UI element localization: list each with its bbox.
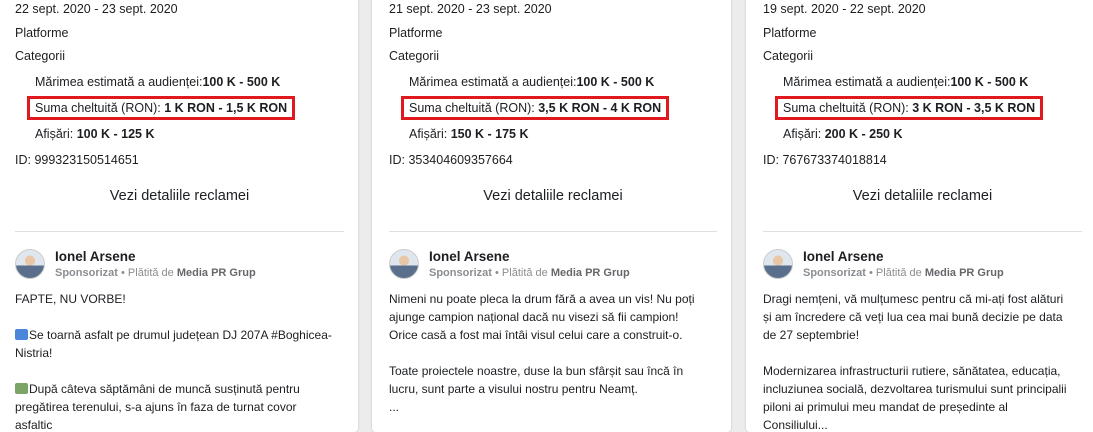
impressions: Afișări: 200 K - 250 K [783,127,903,141]
categories-label: Categorii [763,49,814,63]
divider [15,231,344,232]
platforms-label: Platforme [389,26,443,40]
paid-by-name: Media PR Grup [550,267,630,279]
divider [389,231,717,232]
paid-by-prefix: • Plătită de [865,267,925,279]
categories-label: Categorii [389,49,440,63]
ad-id: ID: 767673374018814 [763,153,887,167]
impressions-label: Afișări: [35,127,77,141]
impressions: Afișări: 100 K - 125 K [35,127,155,141]
ad-text-paragraph: Nimeni nu poate pleca la drum fără a ave… [389,292,695,342]
sponsored-line: Sponsorizat • Plătită de Media PR Grup [803,267,1004,279]
ad-text: Dragi nemțeni, vă mulțumesc pentru că mi… [763,290,1072,432]
impressions-label: Afișări: [409,127,451,141]
ad-id: ID: 999323150514651 [15,153,139,167]
platforms-label: Platforme [763,26,817,40]
avatar[interactable] [389,249,419,279]
audience-size: Mărimea estimată a audienței:100 K - 500… [35,75,280,89]
ad-text-paragraph: FAPTE, NU VORBE! [15,292,126,306]
audience-size: Mărimea estimată a audienței:100 K - 500… [409,75,654,89]
advertiser-name[interactable]: Ionel Arsene [429,249,510,264]
paid-by-name: Media PR Grup [924,267,1004,279]
audience-label: Mărimea estimată a audienței: [783,75,951,89]
ad-dates: 21 sept. 2020 - 23 sept. 2020 [389,2,552,16]
sponsored-label: Sponsorizat [803,267,866,279]
see-ad-details-button[interactable]: Vezi detaliile reclamei [763,188,1082,204]
ad-text: Nimeni nu poate pleca la drum fără a ave… [389,290,707,416]
advertiser-name[interactable]: Ionel Arsene [803,249,884,264]
spend-label: Suma cheltuită (RON): [783,101,913,115]
amount-spent: Suma cheltuită (RON): 3 K RON - 3,5 K RO… [775,96,1044,120]
sponsored-line: Sponsorizat • Plătită de Media PR Grup [429,267,630,279]
ad-dates: 22 sept. 2020 - 23 sept. 2020 [15,2,178,16]
spend-label: Suma cheltuită (RON): [409,101,539,115]
impressions: Afișări: 150 K - 175 K [409,127,529,141]
spend-value: 3 K RON - 3,5 K RON [912,101,1036,115]
impressions-label: Afișări: [783,127,825,141]
sponsored-label: Sponsorizat [55,267,118,279]
sponsored-label: Sponsorizat [429,267,492,279]
ad-text-paragraph: Se toarnă asfalt pe drumul județean DJ 2… [15,328,332,360]
audience-label: Mărimea estimată a audienței: [35,75,203,89]
advertiser-name[interactable]: Ionel Arsene [55,249,136,264]
avatar[interactable] [15,249,45,279]
spend-label: Suma cheltuită (RON): [35,101,165,115]
impressions-value: 100 K - 125 K [76,127,155,141]
ad-card-1: 22 sept. 2020 - 23 sept. 2020 Platforme … [0,0,358,432]
ad-card-2: 21 sept. 2020 - 23 sept. 2020 Platforme … [372,0,731,432]
impressions-value: 200 K - 250 K [824,127,903,141]
platforms-label: Platforme [15,26,69,40]
ad-text-paragraph: Toate proiectele noastre, duse la bun sf… [389,364,684,396]
audience-size: Mărimea estimată a audienței:100 K - 500… [783,75,1028,89]
audience-value: 100 K - 500 K [576,75,655,89]
amount-spent: Suma cheltuită (RON): 3,5 K RON - 4 K RO… [401,96,670,120]
see-ad-details-button[interactable]: Vezi detaliile reclamei [15,188,344,204]
ad-card-3: 19 sept. 2020 - 22 sept. 2020 Platforme … [746,0,1093,432]
divider [763,231,1082,232]
ad-text-paragraph: Modernizarea infrastructurii rutiere, să… [763,364,1067,432]
sponsored-line: Sponsorizat • Plătită de Media PR Grup [55,267,256,279]
ad-id: ID: 353404609357664 [389,153,513,167]
paid-by-prefix: • Plătită de [117,267,177,279]
spend-value: 3,5 K RON - 4 K RON [538,101,662,115]
audience-value: 100 K - 500 K [950,75,1029,89]
categories-label: Categorii [15,49,66,63]
spend-value: 1 K RON - 1,5 K RON [164,101,288,115]
ad-text-paragraph: Dragi nemțeni, vă mulțumesc pentru că mi… [763,292,1064,342]
impressions-value: 150 K - 175 K [450,127,529,141]
road-emoji-icon [15,383,28,394]
amount-spent: Suma cheltuită (RON): 1 K RON - 1,5 K RO… [27,96,296,120]
audience-value: 100 K - 500 K [202,75,281,89]
avatar[interactable] [763,249,793,279]
see-ad-details-button[interactable]: Vezi detaliile reclamei [389,188,717,204]
ad-text-ellipsis: ... [389,400,400,414]
new-emoji-icon [15,329,28,340]
paid-by-name: Media PR Grup [176,267,256,279]
ad-dates: 19 sept. 2020 - 22 sept. 2020 [763,2,926,16]
ad-text: FAPTE, NU VORBE! Se toarnă asfalt pe dru… [15,290,334,432]
paid-by-prefix: • Plătită de [491,267,551,279]
ad-text-paragraph: După câteva săptămâni de muncă susținută… [15,382,300,432]
audience-label: Mărimea estimată a audienței: [409,75,577,89]
